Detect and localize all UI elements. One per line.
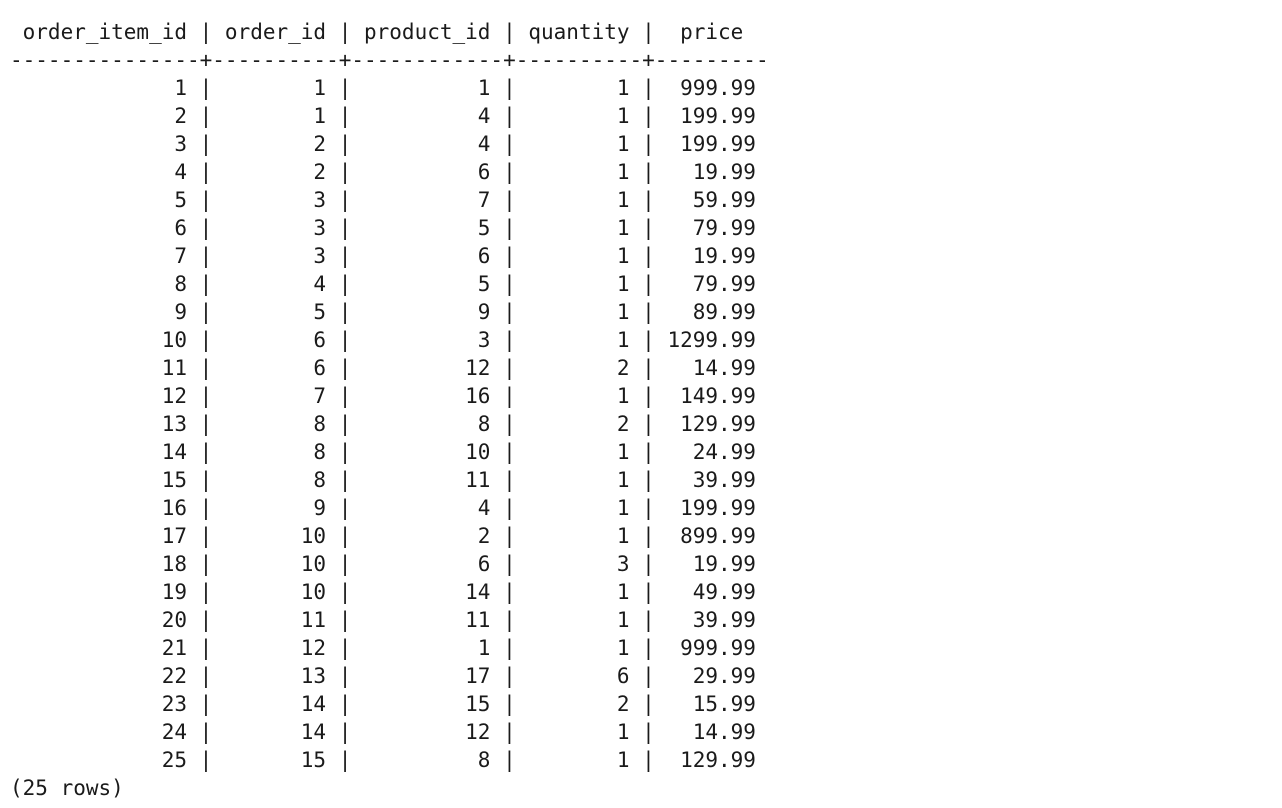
table-row: 23 | 14 | 15 | 2 | 15.99 [10, 692, 769, 716]
table-row: 15 | 8 | 11 | 1 | 39.99 [10, 468, 769, 492]
table-row: 9 | 5 | 9 | 1 | 89.99 [10, 300, 769, 324]
table-row: 4 | 2 | 6 | 1 | 19.99 [10, 160, 769, 184]
table-row: 17 | 10 | 2 | 1 | 899.99 [10, 524, 769, 548]
table-row: 24 | 14 | 12 | 1 | 14.99 [10, 720, 769, 744]
table-row: 2 | 1 | 4 | 1 | 199.99 [10, 104, 769, 128]
table-row: 11 | 6 | 12 | 2 | 14.99 [10, 356, 769, 380]
table-row: 21 | 12 | 1 | 1 | 999.99 [10, 636, 769, 660]
table-row: 10 | 6 | 3 | 1 | 1299.99 [10, 328, 769, 352]
table-row: 12 | 7 | 16 | 1 | 149.99 [10, 384, 769, 408]
table-row: 18 | 10 | 6 | 3 | 19.99 [10, 552, 769, 576]
table-row: 19 | 10 | 14 | 1 | 49.99 [10, 580, 769, 604]
terminal-output: order_item_id | order_id | product_id | … [10, 18, 1272, 804]
table-row: 16 | 9 | 4 | 1 | 199.99 [10, 496, 769, 520]
table-row: 14 | 8 | 10 | 1 | 24.99 [10, 440, 769, 464]
table-body: 1 | 1 | 1 | 1 | 999.99 2 | 1 | 4 | 1 | 1… [10, 74, 1272, 774]
table-row: 13 | 8 | 8 | 2 | 129.99 [10, 412, 769, 436]
header-separator: ---------------+----------+------------+… [10, 48, 769, 72]
table-row: 3 | 2 | 4 | 1 | 199.99 [10, 132, 769, 156]
row-count: (25 rows) [10, 776, 124, 800]
table-row: 7 | 3 | 6 | 1 | 19.99 [10, 244, 769, 268]
table-row: 22 | 13 | 17 | 6 | 29.99 [10, 664, 769, 688]
table-row: 8 | 4 | 5 | 1 | 79.99 [10, 272, 769, 296]
table-row: 5 | 3 | 7 | 1 | 59.99 [10, 188, 769, 212]
table-row: 25 | 15 | 8 | 1 | 129.99 [10, 748, 769, 772]
table-row: 1 | 1 | 1 | 1 | 999.99 [10, 76, 769, 100]
table-header: order_item_id | order_id | product_id | … [10, 20, 769, 44]
table-row: 20 | 11 | 11 | 1 | 39.99 [10, 608, 769, 632]
table-row: 6 | 3 | 5 | 1 | 79.99 [10, 216, 769, 240]
